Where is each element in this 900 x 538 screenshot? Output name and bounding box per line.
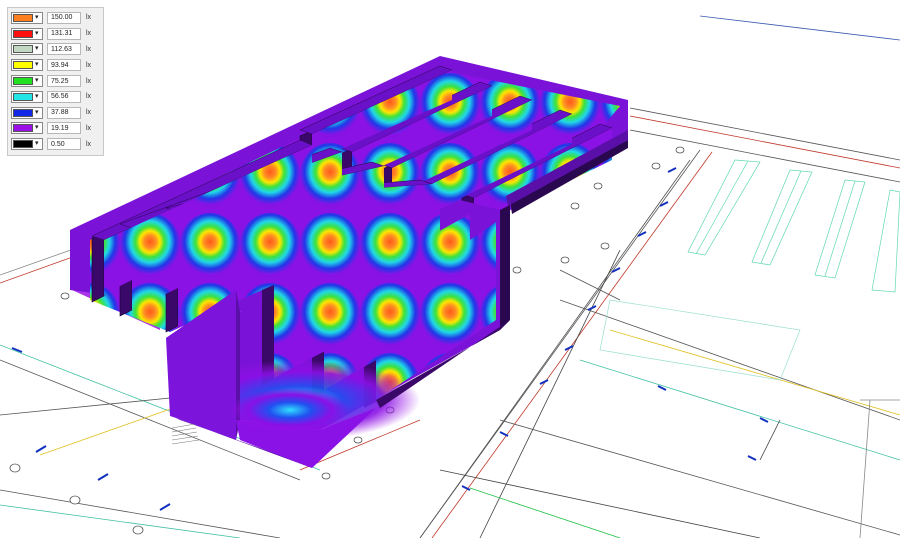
unit-label: lx	[86, 45, 92, 53]
unit-label: lx	[86, 124, 92, 132]
color-picker-button[interactable]: ▾	[11, 11, 43, 24]
color-picker-button[interactable]: ▾	[11, 90, 43, 103]
color-swatch	[13, 29, 33, 38]
color-picker-button[interactable]: ▾	[11, 122, 43, 135]
unit-label: lx	[86, 140, 92, 148]
unit-label: lx	[86, 93, 92, 101]
legend-row: ▾ lx	[11, 42, 100, 58]
color-picker-button[interactable]: ▾	[11, 27, 43, 40]
dropdown-arrow-icon: ▾	[35, 124, 39, 132]
color-swatch	[13, 124, 33, 133]
color-swatch	[13, 61, 33, 70]
unit-label: lx	[86, 14, 92, 22]
color-picker-button[interactable]: ▾	[11, 59, 43, 72]
dropdown-arrow-icon: ▾	[35, 140, 39, 148]
dropdown-arrow-icon: ▾	[35, 13, 39, 21]
legend-row: ▾ lx	[11, 121, 100, 137]
legend-row: ▾ lx	[11, 26, 100, 42]
legend-row: ▾ lx	[11, 10, 100, 26]
color-picker-button[interactable]: ▾	[11, 106, 43, 119]
color-swatch	[13, 108, 33, 117]
level-value-input[interactable]	[47, 27, 81, 40]
level-value-input[interactable]	[47, 90, 81, 103]
dropdown-arrow-icon: ▾	[35, 61, 39, 69]
color-swatch	[13, 140, 33, 149]
color-swatch	[13, 13, 33, 22]
color-picker-button[interactable]: ▾	[11, 138, 43, 151]
dropdown-arrow-icon: ▾	[35, 29, 39, 37]
legend-row: ▾ lx	[11, 105, 100, 121]
unit-label: lx	[86, 61, 92, 69]
color-swatch	[13, 45, 33, 54]
illuminance-legend: ▾ lx ▾ lx ▾ lx ▾ lx ▾ lx ▾ lx ▾ lx ▾ lx ▾ lx	[7, 7, 104, 157]
legend-row: ▾ lx	[11, 89, 100, 105]
dropdown-arrow-icon: ▾	[35, 108, 39, 116]
color-swatch	[13, 77, 33, 86]
unit-label: lx	[86, 109, 92, 117]
color-picker-button[interactable]: ▾	[11, 75, 43, 88]
illuminance-render	[0, 15, 900, 538]
level-value-input[interactable]	[47, 106, 81, 119]
level-value-input[interactable]	[47, 75, 81, 88]
dropdown-arrow-icon: ▾	[35, 45, 39, 53]
color-swatch	[13, 92, 33, 101]
level-value-input[interactable]	[47, 122, 81, 135]
dropdown-arrow-icon: ▾	[35, 77, 39, 85]
legend-row: ▾ lx	[11, 57, 100, 73]
dropdown-arrow-icon: ▾	[35, 92, 39, 100]
level-value-input[interactable]	[47, 43, 81, 56]
level-value-input[interactable]	[47, 59, 81, 72]
cad-rack-outlines	[599, 159, 900, 381]
unit-label: lx	[86, 30, 92, 38]
3d-viewport[interactable]	[0, 0, 900, 538]
legend-row: ▾ lx	[11, 73, 100, 89]
legend-row: ▾ lx	[11, 136, 100, 152]
level-value-input[interactable]	[47, 138, 81, 151]
color-picker-button[interactable]: ▾	[11, 43, 43, 56]
level-value-input[interactable]	[47, 11, 81, 24]
unit-label: lx	[86, 77, 92, 85]
